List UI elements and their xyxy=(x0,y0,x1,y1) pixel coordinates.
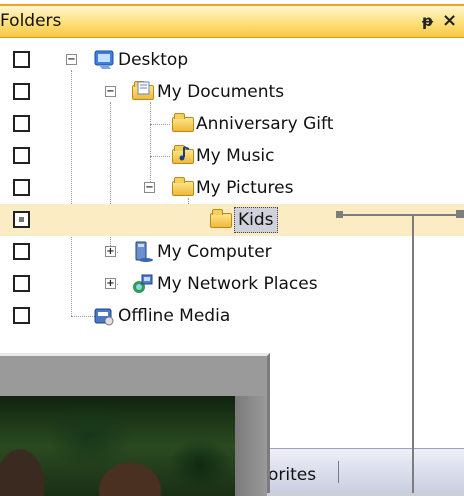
checkbox[interactable] xyxy=(13,211,30,228)
folders-panel-titlebar: Folders ᵽ × xyxy=(0,4,464,38)
tree-item-my-documents[interactable]: − My Documents xyxy=(0,76,464,108)
panel-title: Folders xyxy=(0,11,62,31)
tab-favorites[interactable]: orites xyxy=(268,465,316,485)
checkbox[interactable] xyxy=(13,147,30,164)
checkbox[interactable] xyxy=(13,83,30,100)
collapse-icon[interactable]: − xyxy=(105,86,116,97)
photo-preview-window xyxy=(0,353,270,496)
callout-line xyxy=(343,214,464,216)
collapse-icon[interactable]: − xyxy=(144,182,155,193)
offline-media-icon xyxy=(93,305,115,326)
tree-item-my-pictures[interactable]: − My Pictures xyxy=(0,172,464,204)
computer-icon xyxy=(132,241,154,262)
documents-folder-icon xyxy=(132,81,154,101)
tree-item-label: Kids xyxy=(234,207,278,233)
expand-icon[interactable]: + xyxy=(105,246,116,257)
checkbox[interactable] xyxy=(13,51,30,68)
checkbox[interactable] xyxy=(13,243,30,260)
tree-item-my-computer[interactable]: + My Computer xyxy=(0,236,464,268)
tree-item-label: My Music xyxy=(196,146,275,166)
checkbox[interactable] xyxy=(13,275,30,292)
desktop-icon xyxy=(93,49,115,69)
folder-icon xyxy=(172,113,194,133)
folder-icon xyxy=(172,177,194,197)
tree-item-kids[interactable]: Kids xyxy=(0,204,464,236)
checkbox[interactable] xyxy=(13,179,30,196)
tree-item-label: Desktop xyxy=(118,50,189,70)
callout-marker xyxy=(456,210,464,218)
tree-item-label: My Network Places xyxy=(157,274,318,294)
tree-item-label: Offline Media xyxy=(118,306,231,326)
tree-item-my-music[interactable]: My Music xyxy=(0,140,464,172)
photo-shadow xyxy=(235,396,267,496)
tree-item-anniversary-gift[interactable]: Anniversary Gift xyxy=(0,108,464,140)
open-folder-icon xyxy=(210,209,232,229)
tab-divider xyxy=(338,461,339,483)
tree-item-label: My Documents xyxy=(157,82,285,102)
callout-line xyxy=(412,214,414,493)
photo-thumbnail[interactable] xyxy=(0,396,235,496)
callout-marker xyxy=(336,211,343,218)
pin-icon[interactable]: ᵽ xyxy=(422,12,433,30)
tree-item-desktop[interactable]: − Desktop xyxy=(0,44,464,76)
tree-item-my-network-places[interactable]: + My Network Places xyxy=(0,268,464,300)
close-icon[interactable]: × xyxy=(442,10,457,31)
collapse-icon[interactable]: − xyxy=(66,54,77,65)
checkbox[interactable] xyxy=(13,307,30,324)
folder-tree: − Desktop − My Documents Anniversary Gif… xyxy=(0,44,464,344)
music-folder-icon xyxy=(172,145,194,165)
tree-item-label: My Computer xyxy=(157,242,272,262)
network-places-icon xyxy=(132,273,154,293)
tree-item-label: Anniversary Gift xyxy=(196,114,334,134)
tree-item-offline-media[interactable]: Offline Media xyxy=(0,300,464,332)
checkbox[interactable] xyxy=(13,115,30,132)
tree-item-label: My Pictures xyxy=(196,178,294,198)
expand-icon[interactable]: + xyxy=(105,278,116,289)
